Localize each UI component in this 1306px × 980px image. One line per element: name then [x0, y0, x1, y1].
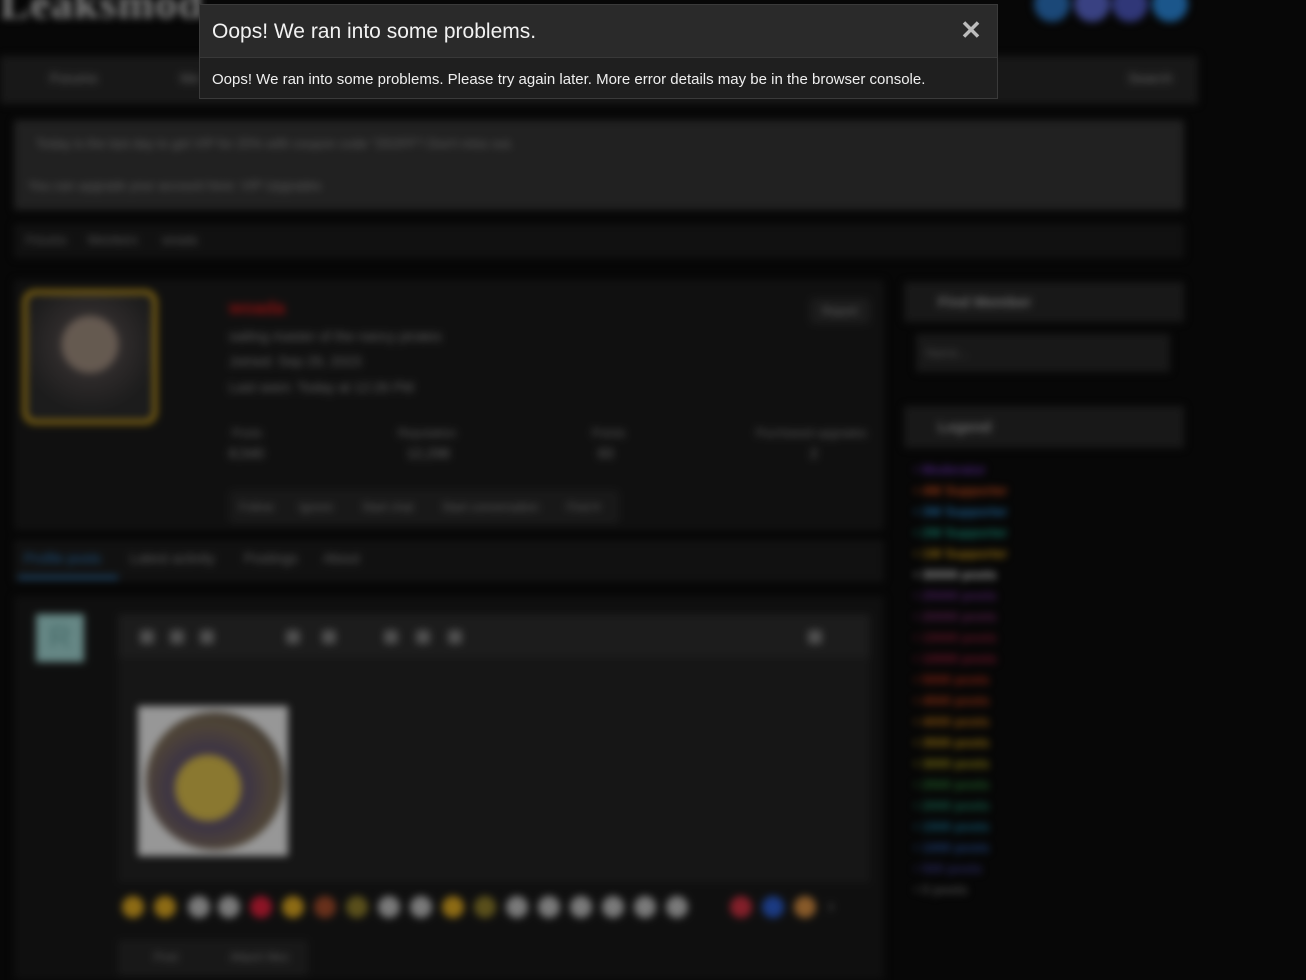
close-icon[interactable]: ✕: [958, 17, 984, 43]
modal-backdrop[interactable]: Oops! We ran into some problems. ✕ Oops!…: [0, 0, 1306, 980]
dialog-message: Oops! We ran into some problems. Please …: [212, 71, 926, 88]
error-dialog: Oops! We ran into some problems. ✕ Oops!…: [199, 4, 998, 99]
dialog-header: Oops! We ran into some problems. ✕: [200, 5, 997, 58]
dialog-title: Oops! We ran into some problems.: [212, 20, 537, 43]
